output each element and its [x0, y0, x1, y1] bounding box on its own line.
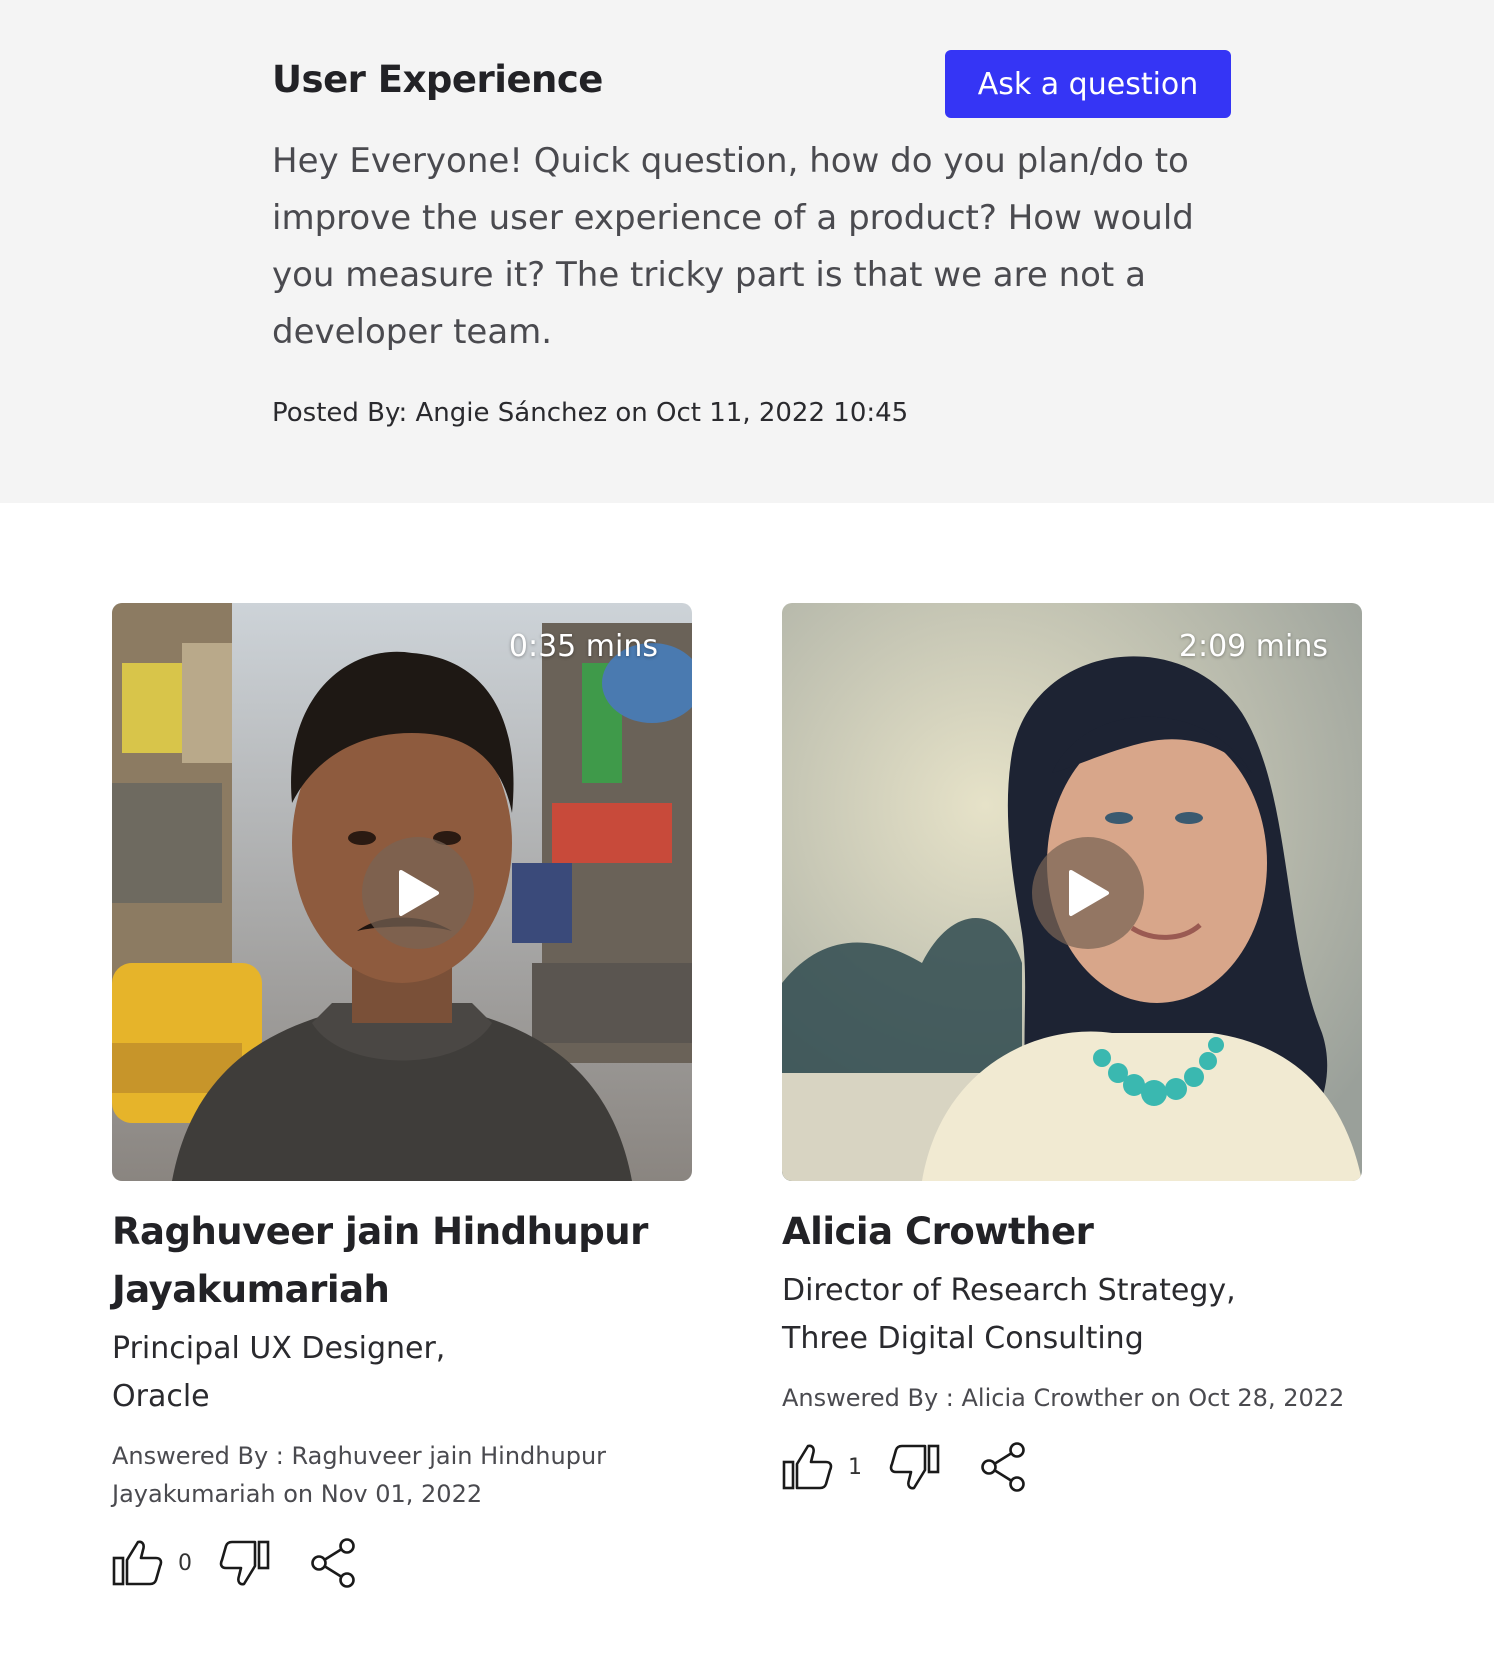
- share-button[interactable]: [980, 1441, 1028, 1493]
- thumbs-up-icon: [112, 1540, 163, 1586]
- answer-video[interactable]: 0:35 mins: [112, 603, 692, 1181]
- question-title: User Experience: [272, 58, 603, 101]
- video-duration: 0:35 mins: [508, 629, 658, 664]
- play-button[interactable]: [1032, 837, 1144, 949]
- answered-by: Answered By : Alicia Crowther on Oct 28,…: [782, 1384, 1345, 1412]
- answerer-title: Director of Research Strategy,: [782, 1273, 1236, 1308]
- answerer-name: Alicia Crowther: [782, 1210, 1094, 1253]
- video-duration: 2:09 mins: [1178, 629, 1328, 664]
- answer-card: 2:09 mins Alicia Crowther Director of Re…: [782, 603, 1362, 1497]
- play-icon: [1069, 870, 1109, 916]
- question-body: Hey Everyone! Quick question, how do you…: [272, 141, 1194, 352]
- thumbs-up-icon: [782, 1444, 833, 1490]
- dislike-button[interactable]: [888, 1442, 940, 1492]
- share-button[interactable]: [310, 1537, 358, 1589]
- play-icon: [399, 870, 439, 916]
- answer-actions: 1: [782, 1437, 1362, 1497]
- share-icon: [311, 1538, 355, 1588]
- answered-by: Answered By : Raghuveer jain Hindhupur J…: [112, 1442, 607, 1508]
- like-count: 1: [848, 1454, 862, 1480]
- share-icon: [981, 1442, 1025, 1492]
- dislike-button[interactable]: [218, 1538, 270, 1588]
- answerer-role: Principal UX Designer, Oracle: [112, 1325, 692, 1421]
- question-panel: User Experience Ask a question Hey Every…: [0, 0, 1494, 503]
- posted-by: Posted By: Angie Sánchez on Oct 11, 2022…: [272, 398, 909, 428]
- like-count: 0: [178, 1550, 192, 1576]
- answer-actions: 0: [112, 1533, 692, 1593]
- ask-question-button[interactable]: Ask a question: [945, 50, 1231, 118]
- like-button[interactable]: [112, 1538, 164, 1588]
- answerer-company: Three Digital Consulting: [782, 1321, 1144, 1356]
- answerer-role: Director of Research Strategy, Three Dig…: [782, 1267, 1362, 1363]
- thumbs-down-icon: [889, 1444, 940, 1490]
- answerer-company: Oracle: [112, 1379, 210, 1414]
- answerer-name: Raghuveer jain Hindhupur Jayakumariah: [112, 1210, 648, 1311]
- answerer-title: Principal UX Designer,: [112, 1331, 446, 1366]
- answer-video[interactable]: 2:09 mins: [782, 603, 1362, 1181]
- like-button[interactable]: [782, 1442, 834, 1492]
- play-button[interactable]: [362, 837, 474, 949]
- thumbs-down-icon: [219, 1540, 270, 1586]
- answer-card: 0:35 mins Raghuveer jain Hindhupur Jayak…: [112, 603, 692, 1593]
